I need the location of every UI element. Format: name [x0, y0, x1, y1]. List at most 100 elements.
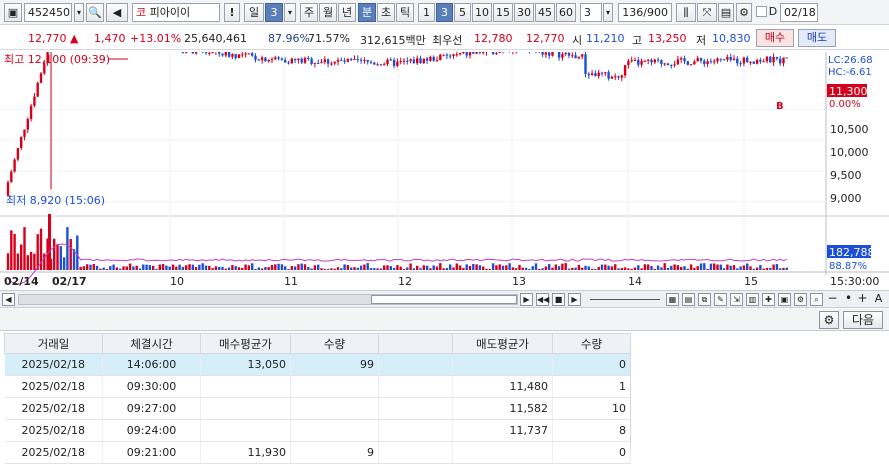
search-zoom-icon[interactable]: ⌕: [810, 293, 823, 306]
header-buy-avg[interactable]: 매수평균가: [201, 334, 291, 354]
interval-15-button[interactable]: 15: [493, 3, 513, 22]
interval-45-button[interactable]: 45: [535, 3, 555, 22]
volume-bar: [538, 269, 540, 270]
candle-body: [337, 60, 339, 62]
candle-body: [261, 58, 263, 61]
cell-blank: [379, 420, 453, 442]
volume-bar: [469, 266, 471, 270]
candle-body: [667, 63, 669, 65]
date-input[interactable]: 02/18: [780, 3, 818, 22]
sell-button[interactable]: 매도: [798, 29, 836, 47]
stock-code-input[interactable]: 452450: [24, 3, 72, 22]
buy-button[interactable]: 매수: [756, 29, 794, 47]
layout-icon[interactable]: ▦: [666, 293, 679, 306]
interval-dropdown[interactable]: ▾: [603, 3, 613, 22]
period-month-button[interactable]: 월: [319, 3, 337, 22]
table-row[interactable]: 2025/02/1809:24:0011,7378: [5, 420, 631, 442]
candle-body: [749, 62, 751, 63]
snapshot-icon[interactable]: ▣: [778, 293, 791, 306]
zoom-in-icon[interactable]: +: [856, 293, 869, 306]
chart-settings-icon[interactable]: ⚙: [794, 293, 807, 306]
table-row[interactable]: 2025/02/1809:27:0011,58210: [5, 398, 631, 420]
next-button[interactable]: 다음: [843, 311, 883, 329]
period-dropdown[interactable]: ▾: [284, 3, 296, 22]
price-change: 1,470: [94, 32, 126, 45]
period-minute-button[interactable]: 분: [358, 3, 376, 22]
price-chart[interactable]: 최고 12,100 (09:39) 최저 8,920 (15:06) LC:26…: [0, 52, 889, 290]
header-buy-qty[interactable]: 수량: [291, 334, 379, 354]
header-sell-avg[interactable]: 매도평균가: [453, 334, 553, 354]
cell-exec-time: 09:30:00: [103, 376, 201, 398]
window-menu-icon[interactable]: ▣: [4, 3, 22, 22]
crosshair-icon[interactable]: ✚: [762, 293, 775, 306]
interval-30-button[interactable]: 30: [514, 3, 534, 22]
interval-60-button[interactable]: 60: [556, 3, 576, 22]
candle-body: [763, 61, 765, 62]
indicator-icon[interactable]: ⤧: [697, 3, 717, 22]
volume-bar: [406, 267, 408, 270]
chart-scrollbar[interactable]: [18, 294, 518, 305]
period-year-button[interactable]: 년: [338, 3, 356, 22]
chart-scroll-thumb[interactable]: [371, 295, 517, 304]
table-row[interactable]: 2025/02/1809:21:0011,93090: [5, 442, 631, 464]
alert-button[interactable]: !: [224, 3, 240, 22]
zoom-slider[interactable]: [590, 299, 660, 300]
count-display[interactable]: 136/900: [618, 3, 672, 22]
period-day-button[interactable]: 일: [244, 3, 264, 22]
stock-code-dropdown[interactable]: ▾: [74, 3, 84, 22]
volume-bar: [30, 252, 32, 270]
volume-bar: [449, 264, 451, 270]
candle-body: [710, 61, 712, 62]
candle-type-icon[interactable]: ⫼: [676, 3, 696, 22]
zoom-out-icon[interactable]: −: [826, 293, 839, 306]
header-sell-qty[interactable]: 수량: [553, 334, 631, 354]
compare-icon[interactable]: ⧉: [698, 293, 711, 306]
trade-history-table: 거래일 체결시간 매수평균가 수량 매도평균가 수량 2025/02/1814:…: [4, 333, 630, 464]
volume-bar: [380, 268, 382, 270]
zoom-reset-icon[interactable]: •: [842, 293, 855, 306]
interval-3-button[interactable]: 3: [436, 3, 453, 22]
header-exec-time[interactable]: 체결시간: [103, 334, 201, 354]
search-icon[interactable]: 🔍: [86, 3, 104, 22]
best-ask: 12,780: [474, 32, 513, 45]
period-week-button[interactable]: 주: [300, 3, 318, 22]
rewind-icon[interactable]: ◀◀: [536, 293, 549, 306]
save-icon[interactable]: ▤: [718, 3, 734, 22]
table-row[interactable]: 2025/02/1809:30:0011,4801: [5, 376, 631, 398]
candle-body: [367, 60, 369, 62]
period-day-count[interactable]: 3: [265, 3, 283, 22]
period-second-button[interactable]: 초: [377, 3, 395, 22]
date-checkbox[interactable]: [756, 6, 767, 17]
interval-10-button[interactable]: 10: [472, 3, 492, 22]
candle-body: [650, 60, 652, 63]
stop-icon[interactable]: ■: [552, 293, 565, 306]
draw-icon[interactable]: ✎: [714, 293, 727, 306]
settings-gear-icon[interactable]: ⚙: [736, 3, 752, 22]
table-row[interactable]: 2025/02/1814:06:0013,050990: [5, 354, 631, 376]
interval-input[interactable]: 3: [580, 3, 602, 22]
chart-canvas[interactable]: 최고 12,100 (09:39) 최저 8,920 (15:06) LC:26…: [0, 52, 889, 290]
measure-icon[interactable]: ⇲: [730, 293, 743, 306]
period-tick-button[interactable]: 틱: [396, 3, 414, 22]
grid-icon[interactable]: ▥: [746, 293, 759, 306]
header-trade-date[interactable]: 거래일: [5, 334, 103, 354]
auto-scale-icon[interactable]: A: [872, 293, 885, 306]
candle-body: [301, 59, 303, 63]
stock-name-field[interactable]: 코 피아이이: [132, 3, 220, 22]
candle-body: [390, 60, 392, 61]
interval-1-button[interactable]: 1: [418, 3, 435, 22]
candle-body: [565, 53, 567, 54]
scroll-left-icon[interactable]: ◀: [2, 293, 15, 306]
cell-buy-qty: [291, 420, 379, 442]
layout2-icon[interactable]: ▤: [682, 293, 695, 306]
candle-body: [304, 58, 306, 63]
candle-body: [660, 60, 662, 64]
y-tick-10000: 10,000: [830, 146, 869, 159]
play-icon[interactable]: ▶: [568, 293, 581, 306]
speaker-icon[interactable]: ◀: [106, 3, 128, 22]
scroll-right-icon[interactable]: ▶: [520, 293, 533, 306]
candle-body: [548, 52, 550, 55]
interval-5-button[interactable]: 5: [454, 3, 471, 22]
panel-settings-icon[interactable]: ⚙: [819, 311, 839, 329]
volume-bar: [43, 254, 45, 270]
